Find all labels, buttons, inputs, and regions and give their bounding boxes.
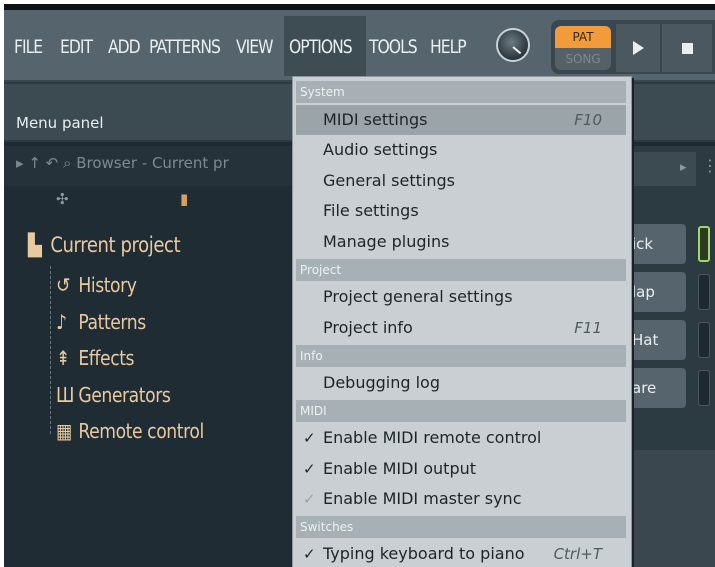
browser-panel	[4, 146, 294, 567]
tree-item-label: Effects	[78, 346, 135, 370]
snap-icon[interactable]: ✣	[56, 190, 69, 208]
file-icon[interactable]: ▮	[180, 190, 188, 208]
browser-toolbar-row: ▸ ↑ ↶ ⌕ Browser - Current pr	[16, 154, 229, 172]
arrow-right-icon[interactable]: ▸	[680, 160, 687, 175]
item-label: MIDI settings	[323, 110, 428, 129]
menu-item-enable-midi-output[interactable]: ✓ Enable MIDI output	[296, 454, 626, 484]
menu-help[interactable]: HELP	[430, 32, 467, 62]
tree-item-label: Remote control	[78, 419, 204, 443]
menu-file[interactable]: FILE	[14, 32, 43, 62]
channel-led[interactable]	[698, 322, 710, 358]
menu-item-project-general-settings[interactable]: Project general settings	[296, 282, 626, 312]
menu-item-audio-settings[interactable]: Audio settings	[296, 135, 626, 165]
menu-tools[interactable]: TOOLS	[369, 32, 418, 62]
history-icon: ↺	[56, 273, 70, 297]
checkmark-icon: ✓	[303, 545, 316, 563]
note-icon: ♪	[56, 310, 67, 334]
menu-options[interactable]: OPTIONS	[289, 32, 353, 62]
item-label: Audio settings	[323, 140, 438, 159]
section-project: Project	[296, 259, 626, 281]
channel-button-kick[interactable]: ick	[626, 224, 686, 264]
item-label: Enable MIDI master sync	[323, 489, 522, 508]
menu-item-debugging-log[interactable]: Debugging log	[296, 368, 626, 398]
song-label: SONG	[555, 48, 611, 70]
menu-add[interactable]: ADD	[108, 32, 141, 62]
channel-button-hat[interactable]: Hat	[626, 320, 686, 360]
panel-title: Menu panel	[16, 114, 104, 132]
play-icon	[632, 41, 644, 55]
section-switches: Switches	[296, 516, 626, 538]
back-icon[interactable]: ↶	[46, 154, 59, 172]
item-shortcut: Ctrl+T	[553, 545, 602, 563]
pat-label: PAT	[555, 26, 611, 48]
checkmark-icon: ✓	[303, 429, 316, 447]
tree-item-remote-control[interactable]: ▦ Remote control	[56, 419, 204, 443]
arrow-right-icon[interactable]: ▸	[16, 154, 24, 172]
piano-icon: Ш	[56, 383, 74, 407]
item-label: Enable MIDI output	[323, 459, 477, 478]
window-top-edge	[4, 4, 715, 10]
channel-button-clap[interactable]: lap	[626, 272, 686, 312]
arrow-up-icon[interactable]: ↑	[28, 154, 41, 172]
item-label: Project info	[323, 318, 413, 337]
menu-view[interactable]: VIEW	[236, 32, 274, 62]
tree-item-label: Current project	[50, 233, 181, 257]
menu-item-general-settings[interactable]: General settings	[296, 166, 626, 196]
item-label: Project general settings	[323, 287, 513, 306]
item-label: File settings	[323, 201, 419, 220]
menu-item-typing-keyboard-to-piano[interactable]: ✓ Typing keyboard to piano Ctrl+T	[296, 539, 626, 567]
rack-lower-area	[624, 450, 715, 567]
section-midi: MIDI	[296, 400, 626, 422]
search-icon[interactable]: ⌕	[63, 154, 71, 172]
stop-button[interactable]	[662, 24, 712, 72]
tree-item-label: Patterns	[78, 310, 146, 334]
menu-item-manage-plugins[interactable]: Manage plugins	[296, 227, 626, 257]
tree-item-patterns[interactable]: ♪ Patterns	[56, 310, 146, 334]
tree-guide-line	[50, 266, 51, 434]
tree-item-effects[interactable]: ⇞ Effects	[56, 346, 135, 370]
item-shortcut: F11	[574, 319, 602, 337]
menu-item-project-info[interactable]: Project info F11	[296, 313, 626, 343]
item-label: Enable MIDI remote control	[323, 428, 542, 447]
tree-item-generators[interactable]: Ш Generators	[56, 383, 171, 407]
item-label: Manage plugins	[323, 232, 450, 251]
checkmark-icon: ✓	[303, 460, 316, 478]
tree-item-current-project[interactable]: ▙ Current project	[28, 233, 181, 257]
channel-button-snare[interactable]: are	[626, 368, 686, 408]
browser-label: Browser - Current pr	[76, 154, 229, 172]
menu-item-enable-midi-remote-control[interactable]: ✓ Enable MIDI remote control	[296, 423, 626, 453]
menu-item-enable-midi-master-sync[interactable]: ✓ Enable MIDI master sync	[296, 484, 626, 514]
section-system: System	[296, 81, 626, 103]
tree-item-history[interactable]: ↺ History	[56, 273, 137, 297]
remote-icon: ▦	[56, 419, 72, 443]
checkmark-icon: ✓	[303, 490, 316, 508]
pat-song-toggle[interactable]: PAT SONG	[555, 26, 611, 70]
item-shortcut: F10	[574, 111, 602, 129]
stop-icon	[681, 42, 693, 54]
more-icon[interactable]: ⋮	[702, 156, 715, 175]
menu-item-file-settings[interactable]: File settings	[296, 196, 626, 226]
menu-edit[interactable]: EDIT	[60, 32, 93, 62]
item-label: Typing keyboard to piano	[323, 544, 525, 563]
menu-patterns[interactable]: PATTERNS	[149, 32, 221, 62]
options-dropdown-menu: System MIDI settings F10 Audio settings …	[292, 76, 632, 567]
tree-item-label: Generators	[78, 383, 171, 407]
app-window: FILE EDIT ADD PATTERNS VIEW OPTIONS TOOL…	[4, 4, 715, 567]
channel-led[interactable]	[698, 226, 710, 262]
master-volume-knob[interactable]	[496, 28, 530, 62]
play-button[interactable]	[616, 24, 660, 72]
item-label: Debugging log	[323, 373, 440, 392]
effects-icon: ⇞	[56, 346, 70, 370]
channel-led[interactable]	[698, 274, 710, 310]
item-label: General settings	[323, 171, 455, 190]
channel-led[interactable]	[698, 370, 710, 406]
menu-item-midi-settings[interactable]: MIDI settings F10	[296, 105, 626, 135]
tree-item-label: History	[78, 273, 137, 297]
section-info: Info	[296, 345, 626, 367]
folder-icon: ▙	[28, 233, 42, 257]
